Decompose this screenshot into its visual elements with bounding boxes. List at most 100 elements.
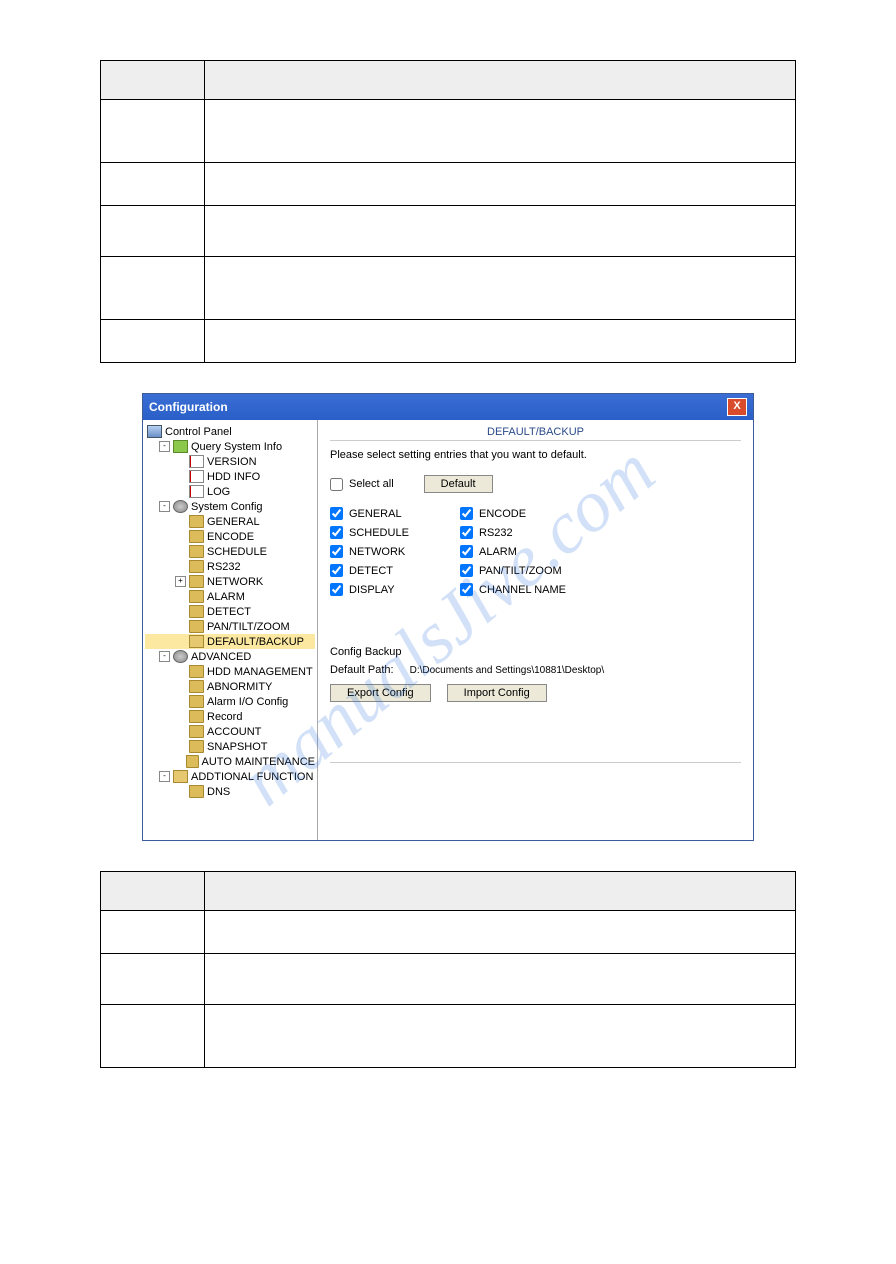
panel-heading: DEFAULT/BACKUP — [330, 424, 741, 441]
folder-icon — [189, 575, 204, 588]
td — [101, 911, 205, 954]
tree-item[interactable]: SCHEDULE — [145, 544, 315, 559]
option-label: CHANNEL NAME — [479, 584, 566, 596]
tree-item[interactable]: ABNORMITY — [145, 679, 315, 694]
tree-group-label: System Config — [191, 501, 263, 513]
toggle-icon[interactable]: - — [159, 651, 170, 662]
toggle-icon[interactable]: + — [175, 576, 186, 587]
td — [205, 954, 796, 1005]
tree-item-label: GENERAL — [207, 516, 260, 528]
tree-item[interactable]: DETECT — [145, 604, 315, 619]
tree-item-label: DEFAULT/BACKUP — [207, 636, 304, 648]
tree-item[interactable]: ENCODE — [145, 529, 315, 544]
tree-root[interactable]: Control Panel — [145, 424, 315, 439]
option-row[interactable]: RS232 — [460, 526, 620, 539]
tree-item[interactable]: DNS — [145, 784, 315, 799]
option-row[interactable]: PAN/TILT/ZOOM — [460, 564, 620, 577]
toggle-icon[interactable]: - — [159, 501, 170, 512]
tree-item-label: RS232 — [207, 561, 241, 573]
bottom-table — [100, 871, 796, 1068]
tree-item[interactable]: SNAPSHOT — [145, 739, 315, 754]
folder-icon — [189, 725, 204, 738]
tree-item[interactable]: Alarm I/O Config — [145, 694, 315, 709]
option-checkbox[interactable] — [460, 545, 473, 558]
option-checkbox[interactable] — [460, 564, 473, 577]
tree-item[interactable]: HDD MANAGEMENT — [145, 664, 315, 679]
folder-icon — [189, 695, 204, 708]
tree-item[interactable]: Record — [145, 709, 315, 724]
th — [101, 872, 205, 911]
toggle-icon[interactable]: - — [159, 771, 170, 782]
window-title: Configuration — [149, 400, 228, 414]
tree-pane: Control Panel -Query System InfoVERSIONH… — [143, 420, 318, 840]
option-row[interactable]: NETWORK — [330, 545, 460, 558]
titlebar: Configuration X — [143, 394, 753, 420]
option-label: PAN/TILT/ZOOM — [479, 565, 562, 577]
tree-group[interactable]: -ADVANCED — [145, 649, 315, 664]
folder-icon — [189, 740, 204, 753]
tree-group[interactable]: -ADDTIONAL FUNCTION — [145, 769, 315, 784]
close-icon[interactable]: X — [727, 398, 747, 416]
import-config-button[interactable]: Import Config — [447, 684, 547, 702]
option-checkbox[interactable] — [460, 583, 473, 596]
tree-item[interactable]: AUTO MAINTENANCE — [145, 754, 315, 769]
tree-group-label: Query System Info — [191, 441, 282, 453]
option-row[interactable]: SCHEDULE — [330, 526, 460, 539]
tree-root-label: Control Panel — [165, 426, 232, 438]
default-path-label: Default Path: — [330, 664, 394, 676]
tree-item-label: DNS — [207, 786, 230, 798]
option-checkbox[interactable] — [330, 583, 343, 596]
tree-item[interactable]: ACCOUNT — [145, 724, 315, 739]
option-row[interactable]: ALARM — [460, 545, 620, 558]
brush-icon — [173, 440, 188, 453]
option-row[interactable]: CHANNEL NAME — [460, 583, 620, 596]
folder-open-icon — [189, 635, 204, 648]
select-all-checkbox[interactable] — [330, 478, 343, 491]
folder-icon — [189, 560, 204, 573]
option-checkbox[interactable] — [330, 564, 343, 577]
td — [101, 163, 205, 206]
export-config-button[interactable]: Export Config — [330, 684, 431, 702]
td — [205, 163, 796, 206]
folder-icon — [189, 515, 204, 528]
folder-icon — [189, 620, 204, 633]
option-checkbox[interactable] — [460, 507, 473, 520]
tree-item[interactable]: HDD INFO — [145, 469, 315, 484]
th — [205, 872, 796, 911]
option-row[interactable]: ENCODE — [460, 507, 620, 520]
option-row[interactable]: DETECT — [330, 564, 460, 577]
folder-icon — [189, 785, 204, 798]
folder-icon — [186, 755, 198, 768]
default-button[interactable]: Default — [424, 475, 493, 493]
tree-item[interactable]: RS232 — [145, 559, 315, 574]
page-icon — [189, 455, 204, 468]
toggle-icon[interactable]: - — [159, 441, 170, 452]
folder-icon — [189, 680, 204, 693]
tree-item-label: DETECT — [207, 606, 251, 618]
tree-item[interactable]: GENERAL — [145, 514, 315, 529]
tree-item-label: ALARM — [207, 591, 245, 603]
option-row[interactable]: DISPLAY — [330, 583, 460, 596]
tree-item[interactable]: + NETWORK — [145, 574, 315, 589]
option-checkbox[interactable] — [330, 507, 343, 520]
option-checkbox[interactable] — [460, 526, 473, 539]
option-checkbox[interactable] — [330, 526, 343, 539]
tree-item-label: VERSION — [207, 456, 257, 468]
tree-item[interactable]: PAN/TILT/ZOOM — [145, 619, 315, 634]
top-table — [100, 60, 796, 363]
tree-group[interactable]: - Query System Info — [145, 439, 315, 454]
tree-item-label: AUTO MAINTENANCE — [202, 756, 315, 768]
tree-group[interactable]: - System Config — [145, 499, 315, 514]
option-checkbox[interactable] — [330, 545, 343, 558]
option-row[interactable]: GENERAL — [330, 507, 460, 520]
folder-open-icon — [173, 770, 188, 783]
td — [205, 320, 796, 363]
tree-item[interactable]: VERSION — [145, 454, 315, 469]
tree-item-label: NETWORK — [207, 576, 263, 588]
tree-item[interactable]: LOG — [145, 484, 315, 499]
tree-item-label: ACCOUNT — [207, 726, 261, 738]
option-label: DISPLAY — [349, 584, 395, 596]
select-all-row[interactable]: Select all — [330, 478, 394, 491]
tree-item[interactable]: ALARM — [145, 589, 315, 604]
tree-item[interactable]: DEFAULT/BACKUP — [145, 634, 315, 649]
